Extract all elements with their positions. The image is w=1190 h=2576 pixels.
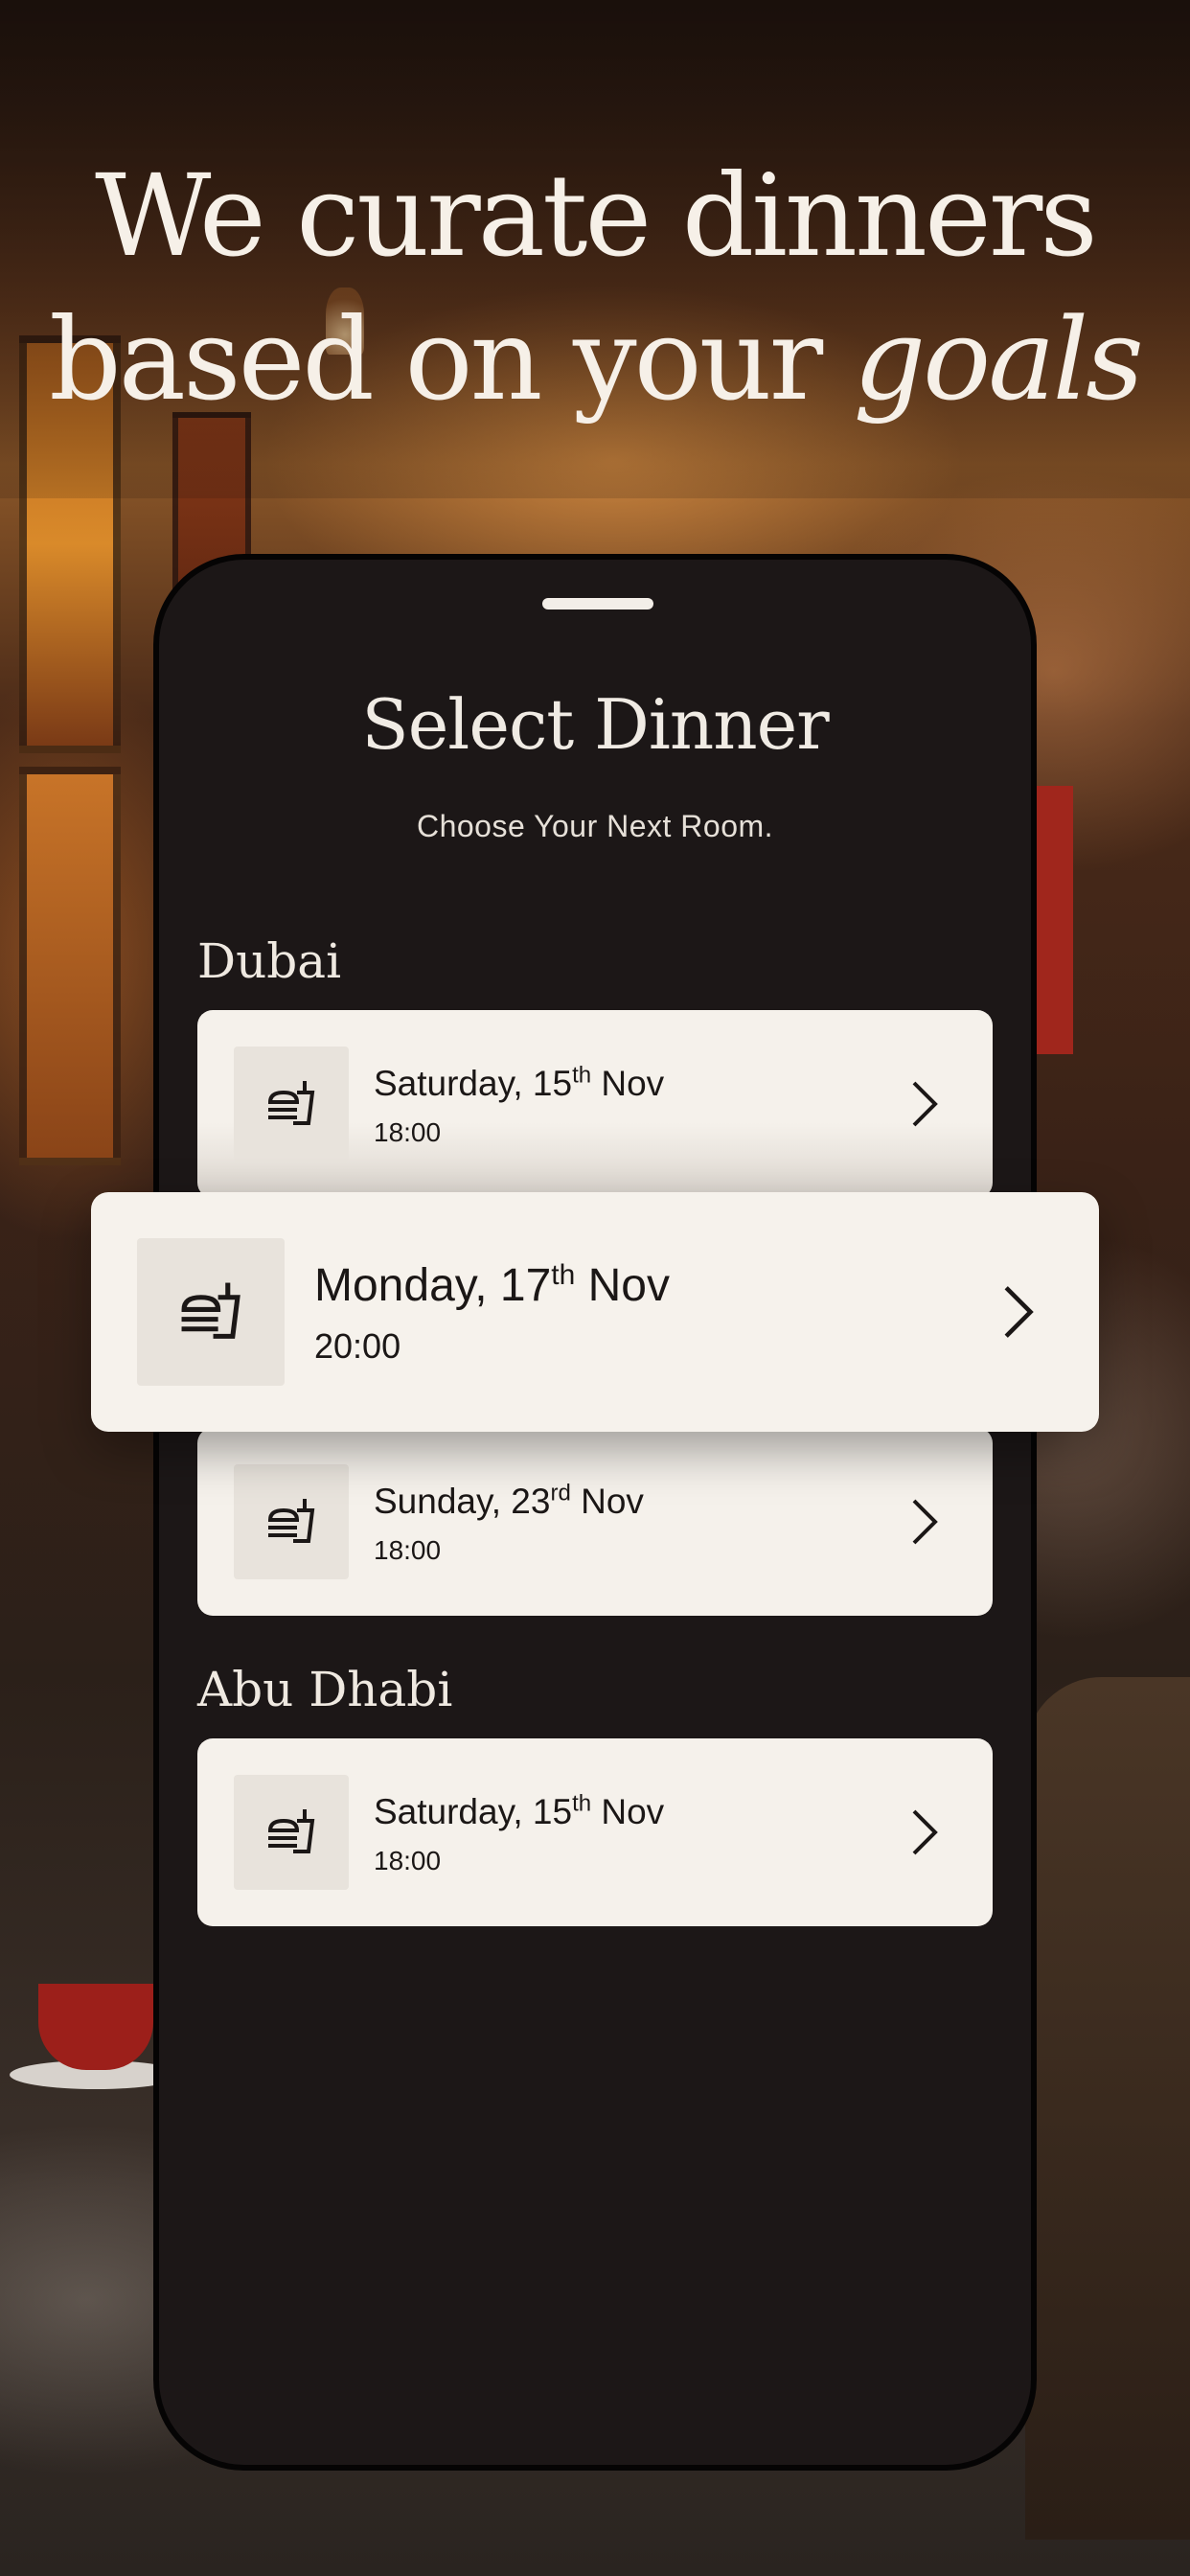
dinner-month: Nov (581, 1482, 644, 1521)
date-suffix: th (572, 1790, 592, 1817)
burger-drink-icon (234, 1775, 349, 1890)
dinner-date: Saturday, 15th Nov (374, 1792, 664, 1832)
dinner-day: Monday, 17 (314, 1260, 552, 1311)
headline-line-1: We curate dinners (95, 150, 1098, 282)
coffee-cup (38, 1984, 153, 2070)
dinner-card-highlighted[interactable]: Monday, 17th Nov 20:00 (91, 1192, 1099, 1432)
dinner-month: Nov (587, 1260, 670, 1311)
date-suffix: th (551, 1259, 576, 1291)
dinner-month: Nov (601, 1792, 665, 1831)
diner-silhouette (1025, 1677, 1190, 2540)
date-suffix: rd (550, 1480, 571, 1506)
sheet-title: Select Dinner (361, 684, 829, 765)
chevron-right-icon (912, 1499, 938, 1545)
dinner-card[interactable]: Saturday, 15th Nov 18:00 (197, 1010, 993, 1198)
dinner-time: 20:00 (314, 1326, 401, 1366)
headline: We curate dinners based on your goals (0, 144, 1190, 431)
dinner-day: Sunday, 23 (374, 1482, 551, 1521)
dinner-day: Saturday, 15 (374, 1064, 573, 1103)
headline-line-2-text: based on your (49, 293, 823, 426)
dinner-month: Nov (601, 1064, 665, 1103)
red-curtain (1035, 786, 1073, 1054)
chevron-right-icon (912, 1809, 938, 1855)
chevron-right-icon (1004, 1286, 1034, 1338)
dinner-date: Saturday, 15th Nov (374, 1064, 664, 1104)
headline-emphasis: goals (853, 293, 1144, 426)
chevron-right-icon (912, 1081, 938, 1127)
sheet-subtitle: Choose Your Next Room. (416, 809, 774, 843)
section-title-dubai: Dubai (197, 933, 342, 989)
dinner-date: Sunday, 23rd Nov (374, 1482, 644, 1522)
dinner-day: Saturday, 15 (374, 1792, 573, 1831)
dinner-time: 18:00 (374, 1846, 442, 1875)
section-title-abu-dhabi: Abu Dhabi (197, 1662, 453, 1717)
phone-mockup: Select Dinner Choose Your Next Room. Dub… (153, 554, 1037, 2471)
date-suffix: th (572, 1062, 592, 1089)
dinner-time: 18:00 (374, 1117, 442, 1147)
headline-line-2: based on your goals (0, 288, 1190, 431)
burger-drink-icon (234, 1046, 349, 1162)
wall-art-left-lower (19, 767, 121, 1165)
sheet-grabber[interactable] (542, 598, 653, 610)
burger-drink-icon (137, 1238, 285, 1386)
burger-drink-icon (234, 1464, 349, 1579)
dinner-card[interactable]: Saturday, 15th Nov 18:00 (197, 1738, 993, 1926)
dinner-card[interactable]: Sunday, 23rd Nov 18:00 (197, 1428, 993, 1616)
dinner-time: 18:00 (374, 1535, 442, 1565)
dinner-date: Monday, 17th Nov (314, 1259, 670, 1312)
